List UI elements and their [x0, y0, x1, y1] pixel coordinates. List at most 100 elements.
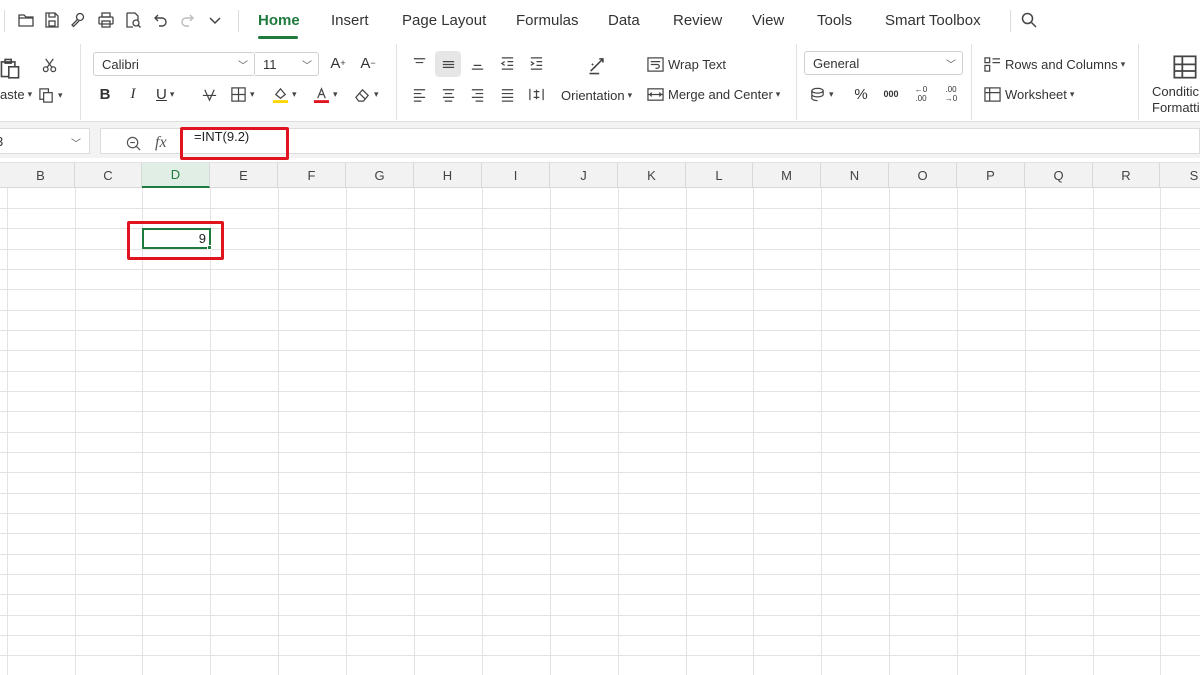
format-painter-icon[interactable] [67, 9, 89, 31]
align-left-icon[interactable] [408, 83, 430, 105]
increase-decimal-icon[interactable]: ←0.00 [910, 83, 932, 105]
tab-review[interactable]: Review [673, 12, 722, 29]
formula-highlight-box [180, 127, 289, 160]
column-header-q[interactable]: Q [1025, 163, 1093, 188]
tab-home[interactable]: Home [258, 12, 300, 29]
open-file-icon[interactable] [15, 9, 37, 31]
grid-line [0, 635, 1200, 636]
divider [971, 44, 972, 120]
font-size-select[interactable]: 11 ﹀ [255, 52, 319, 76]
divider [396, 44, 397, 120]
grid-line [0, 411, 1200, 412]
grid-line [0, 391, 1200, 392]
search-icon[interactable] [1018, 9, 1040, 31]
rows-columns-button[interactable]: Rows and Columns ▾ [984, 54, 1125, 74]
column-header-f[interactable]: F [278, 163, 346, 188]
ribbon: aste ▾ ▾ Calibri ﹀ 11 ﹀ A + A − B I U ▾ ▾ ▾ ▾ … [0, 42, 1200, 122]
column-header-e[interactable]: E [210, 163, 278, 188]
column-header-m[interactable]: M [753, 163, 821, 188]
tab-view[interactable]: View [752, 12, 784, 29]
copy-button[interactable]: ▾ [38, 84, 63, 106]
menu-bar: Home Insert Page Layout Formulas Data Re… [0, 0, 1200, 42]
distributed-align-icon[interactable] [525, 83, 547, 105]
paste-button[interactable]: aste ▾ [0, 84, 32, 104]
tab-page-layout[interactable]: Page Layout [402, 12, 486, 29]
column-header-r[interactable]: R [1093, 163, 1160, 188]
name-box[interactable]: 3﹀ [0, 128, 90, 154]
align-top-icon[interactable] [408, 52, 430, 74]
percent-icon[interactable]: % [852, 83, 870, 105]
grid-line [0, 594, 1200, 595]
column-header-s[interactable]: S [1160, 163, 1200, 188]
decrease-decimal-icon[interactable]: .00 →0 [940, 83, 962, 105]
conditional-formatting-icon[interactable] [1172, 54, 1198, 80]
print-preview-icon[interactable] [122, 9, 144, 31]
column-header-j[interactable]: J [550, 163, 618, 188]
save-icon[interactable] [41, 9, 63, 31]
tab-data[interactable]: Data [608, 12, 640, 29]
italic-button[interactable]: I [124, 83, 142, 105]
clear-format-button[interactable]: ▾ [354, 83, 379, 105]
align-right-icon[interactable] [466, 83, 488, 105]
grid-line [0, 350, 1200, 351]
tab-smart-toolbox[interactable]: Smart Toolbox [885, 12, 981, 29]
print-icon[interactable] [95, 9, 117, 31]
cut-icon[interactable] [38, 54, 60, 76]
divider [1010, 10, 1011, 32]
column-header-b[interactable]: B [7, 163, 75, 188]
font-name-select[interactable]: Calibri ﹀ [93, 52, 255, 76]
grid-line [0, 371, 1200, 372]
undo-icon[interactable] [149, 9, 171, 31]
font-color-button[interactable]: ▾ [313, 83, 338, 105]
grid-line [0, 289, 1200, 290]
align-bottom-icon[interactable] [466, 52, 488, 74]
merge-center-button[interactable]: Merge and Center ▾ [647, 84, 780, 104]
wrap-text-button[interactable]: Wrap Text [647, 54, 726, 74]
column-header-d[interactable]: D [142, 163, 210, 188]
grid-line [0, 574, 1200, 575]
column-header-h[interactable]: H [414, 163, 482, 188]
thousands-separator-icon[interactable]: 000 [881, 83, 901, 105]
bold-button[interactable]: B [96, 83, 114, 105]
column-header-g[interactable]: G [346, 163, 414, 188]
zoom-formula-icon[interactable] [123, 133, 143, 153]
currency-format-button[interactable]: ▾ [809, 83, 834, 105]
conditional-formatting-button[interactable]: Conditic Formatti [1152, 84, 1200, 115]
orientation-icon[interactable] [585, 52, 611, 78]
redo-icon[interactable] [177, 9, 199, 31]
column-header-k[interactable]: K [618, 163, 686, 188]
align-center-icon[interactable] [437, 83, 459, 105]
fill-color-button[interactable]: ▾ [272, 83, 297, 105]
justify-icon[interactable] [496, 83, 518, 105]
tab-insert[interactable]: Insert [331, 12, 369, 29]
cell-grid[interactable] [0, 188, 1200, 675]
insert-function-button[interactable]: fx [155, 133, 167, 153]
grid-line [0, 655, 1200, 656]
decrease-font-size-icon[interactable]: A − [358, 53, 378, 73]
column-header-n[interactable]: N [821, 163, 889, 188]
align-middle-icon[interactable] [435, 51, 461, 77]
active-tab-indicator [258, 36, 298, 39]
decrease-indent-icon[interactable] [496, 52, 518, 74]
tab-tools[interactable]: Tools [817, 12, 852, 29]
column-header-p[interactable]: P [957, 163, 1025, 188]
underline-button[interactable]: U ▾ [156, 83, 174, 105]
worksheet-button[interactable]: Worksheet ▾ [984, 84, 1074, 104]
column-header-c[interactable]: C [75, 163, 142, 188]
grid-line [0, 310, 1200, 311]
column-header-o[interactable]: O [889, 163, 957, 188]
paste-icon[interactable] [0, 54, 22, 82]
cell-highlight-box [127, 221, 224, 260]
borders-button[interactable]: ▾ [230, 83, 255, 105]
strikethrough-icon[interactable] [199, 83, 219, 105]
column-header-l[interactable]: L [686, 163, 753, 188]
column-header-i[interactable]: I [482, 163, 550, 188]
grid-line [0, 269, 1200, 270]
increase-indent-icon[interactable] [525, 52, 547, 74]
number-format-select[interactable]: General ﹀ [804, 51, 963, 75]
increase-font-size-icon[interactable]: A + [328, 53, 348, 73]
orientation-button[interactable]: Orientation ▾ [561, 85, 632, 105]
divider [238, 10, 239, 32]
quick-access-more-icon[interactable] [204, 9, 226, 31]
tab-formulas[interactable]: Formulas [516, 12, 579, 29]
